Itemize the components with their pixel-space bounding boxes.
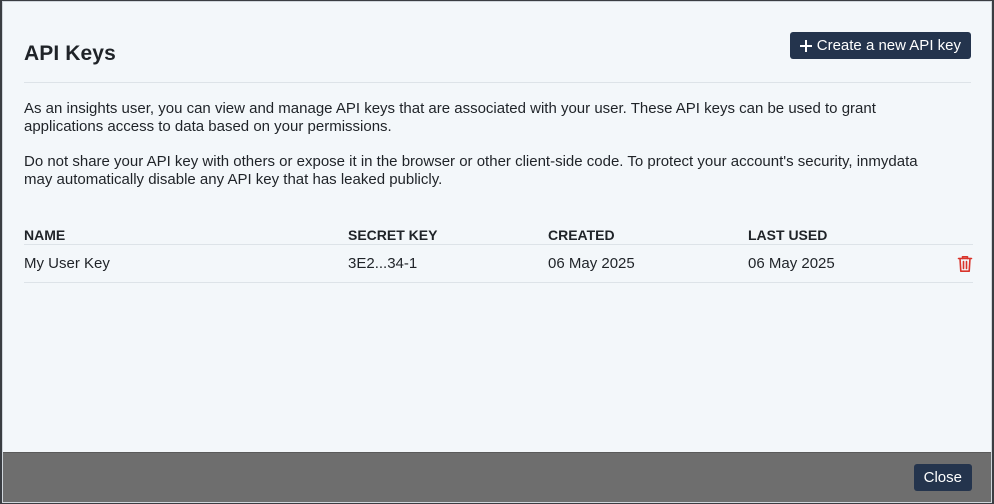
api-keys-dialog: API Keys Create a new API key As an insi… <box>2 1 992 503</box>
last-used-cell: 06 May 2025 <box>748 244 948 283</box>
page-title: API Keys <box>24 42 116 65</box>
dialog-header: API Keys Create a new API key <box>24 30 971 83</box>
dialog-footer: Close <box>3 452 991 502</box>
api-keys-table: NAME SECRET KEY CREATED LAST USED My Use… <box>24 224 973 283</box>
created-cell: 06 May 2025 <box>548 244 748 283</box>
warning-paragraph: Do not share your API key with others or… <box>24 153 918 188</box>
description-paragraph: As an insights user, you can view and ma… <box>24 100 876 135</box>
column-header-last-used: LAST USED <box>748 224 948 245</box>
column-header-created: CREATED <box>548 224 748 245</box>
column-header-name: NAME <box>24 224 348 245</box>
column-header-secret-key: SECRET KEY <box>348 224 548 245</box>
table-row: My User Key 3E2...34-1 06 May 2025 06 Ma… <box>24 244 973 283</box>
close-button[interactable]: Close <box>913 464 972 491</box>
create-api-key-button[interactable]: Create a new API key <box>789 32 971 59</box>
secret-key-cell: 3E2...34-1 <box>348 244 548 283</box>
key-name-cell: My User Key <box>24 244 348 283</box>
actions-cell <box>948 244 973 283</box>
table-header-row: NAME SECRET KEY CREATED LAST USED <box>24 224 973 245</box>
column-header-actions <box>948 224 973 245</box>
trash-icon[interactable] <box>957 255 973 273</box>
create-api-key-label: Create a new API key <box>816 37 961 54</box>
plus-icon <box>799 39 813 53</box>
